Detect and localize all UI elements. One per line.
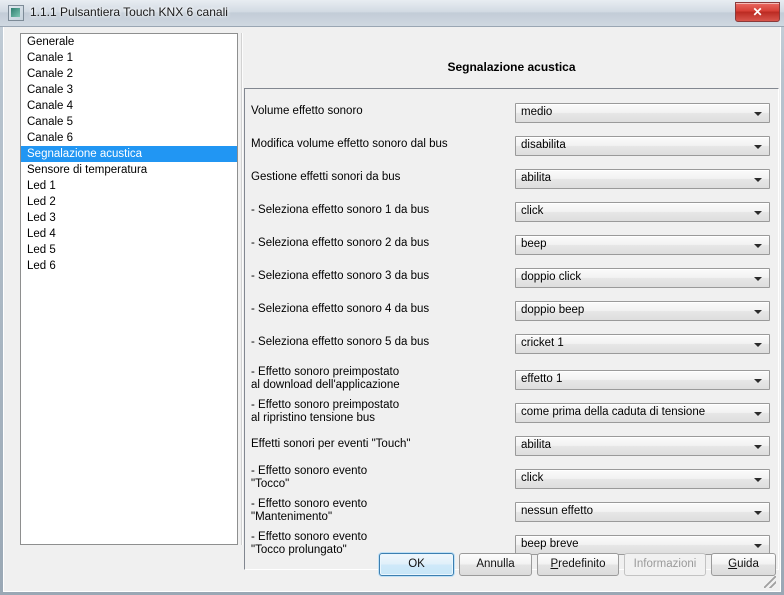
page-title: Segnalazione acustica (447, 60, 576, 74)
app-icon (8, 5, 24, 21)
chevron-down-icon (754, 478, 762, 482)
parameter-label: - Effetto sonoro preimpostato al riprist… (251, 399, 400, 424)
parameter-dropdown[interactable]: beep (515, 235, 770, 255)
dialog-button-bar: OK Annulla Predefinito Informazioni Guida (4, 548, 782, 592)
sidebar-item-canale-2[interactable]: Canale 2 (21, 66, 237, 82)
parameter-content: Volume effetto sonoro medio Modifica volum… (244, 88, 779, 570)
chevron-down-icon (754, 244, 762, 248)
resize-grip[interactable] (764, 576, 776, 588)
parameter-label: - Seleziona effetto sonoro 3 da bus (251, 270, 430, 282)
parameter-dropdown[interactable]: click (515, 202, 770, 222)
chevron-down-icon (754, 178, 762, 182)
chevron-down-icon (754, 277, 762, 281)
parameter-label: - Seleziona effetto sonoro 2 da bus (251, 237, 430, 249)
sidebar-item-canale-1[interactable]: Canale 1 (21, 50, 237, 66)
chevron-down-icon (754, 511, 762, 515)
dropdown-value: disabilita (521, 139, 566, 151)
sidebar-item-segnalazione-acustica[interactable]: Segnalazione acustica (21, 146, 237, 162)
parameter-dropdown[interactable]: come prima della caduta di tensione (515, 403, 770, 423)
parameter-dropdown[interactable]: nessun effetto (515, 502, 770, 522)
panel-divider (241, 33, 243, 545)
chevron-down-icon (754, 343, 762, 347)
sidebar-item-led-6[interactable]: Led 6 (21, 258, 237, 274)
sidebar-item-generale[interactable]: Generale (21, 34, 237, 50)
dropdown-value: come prima della caduta di tensione (521, 406, 706, 418)
parameter-label: - Seleziona effetto sonoro 1 da bus (251, 204, 430, 216)
dropdown-value: click (521, 472, 544, 484)
chevron-down-icon (754, 112, 762, 116)
dropdown-value: medio (521, 106, 553, 118)
parameter-dropdown[interactable]: abilita (515, 169, 770, 189)
parameter-label: - Effetto sonoro evento "Mantenimento" (251, 498, 368, 523)
sidebar-item-canale-6[interactable]: Canale 6 (21, 130, 237, 146)
predefinito-button[interactable]: Predefinito (537, 553, 619, 576)
parameter-page-list[interactable]: Generale Canale 1 Canale 2 Canale 3 Canale 4… (20, 33, 238, 545)
annulla-button[interactable]: Annulla (459, 553, 532, 576)
sidebar-item-led-3[interactable]: Led 3 (21, 210, 237, 226)
chevron-down-icon (754, 445, 762, 449)
sidebar-item-led-1[interactable]: Led 1 (21, 178, 237, 194)
sidebar-item-canale-3[interactable]: Canale 3 (21, 82, 237, 98)
dropdown-value: nessun effetto (521, 505, 594, 517)
ok-button[interactable]: OK (379, 553, 454, 576)
parameter-dropdown[interactable]: doppio click (515, 268, 770, 288)
chevron-down-icon (754, 145, 762, 149)
chevron-down-icon (754, 379, 762, 383)
parameter-label: Gestione effetti sonori da bus (251, 171, 401, 183)
dropdown-value: doppio beep (521, 304, 585, 316)
parameter-dropdown[interactable]: click (515, 469, 770, 489)
parameter-dropdown[interactable]: doppio beep (515, 301, 770, 321)
dropdown-value: beep (521, 238, 547, 250)
dropdown-value: click (521, 205, 544, 217)
sidebar-item-canale-4[interactable]: Canale 4 (21, 98, 237, 114)
parameter-label: - Effetto sonoro evento "Tocco" (251, 465, 368, 490)
sidebar-item-sensore-di-temperatura[interactable]: Sensore di temperatura (21, 162, 237, 178)
dropdown-value: abilita (521, 172, 552, 184)
parameter-dropdown[interactable]: cricket 1 (515, 334, 770, 354)
sidebar-item-led-2[interactable]: Led 2 (21, 194, 237, 210)
parameter-dropdown[interactable]: disabilita (515, 136, 770, 156)
parameter-label: Modifica volume effetto sonoro dal bus (251, 138, 448, 150)
dropdown-value: doppio click (521, 271, 582, 283)
parameter-dropdown[interactable]: abilita (515, 436, 770, 456)
close-icon[interactable]: ✕ (735, 2, 780, 22)
parameter-label: - Seleziona effetto sonoro 5 da bus (251, 336, 430, 348)
parameter-label: - Seleziona effetto sonoro 4 da bus (251, 303, 430, 315)
application-window: 1.1.1 Pulsantiera Touch KNX 6 canali ✕ G… (0, 0, 784, 595)
chevron-down-icon (754, 211, 762, 215)
parameter-dropdown[interactable]: medio (515, 103, 770, 123)
parameter-label: Effetti sonori per eventi "Touch" (251, 438, 411, 450)
title-bar: 1.1.1 Pulsantiera Touch KNX 6 canali ✕ (0, 0, 784, 27)
window-title: 1.1.1 Pulsantiera Touch KNX 6 canali (30, 5, 228, 19)
parameter-label: Volume effetto sonoro (251, 105, 363, 117)
dropdown-value: effetto 1 (521, 373, 563, 385)
parameter-dropdown[interactable]: effetto 1 (515, 370, 770, 390)
sidebar-item-led-4[interactable]: Led 4 (21, 226, 237, 242)
informazioni-button: Informazioni (624, 553, 706, 576)
sidebar-item-canale-5[interactable]: Canale 5 (21, 114, 237, 130)
chevron-down-icon (754, 412, 762, 416)
dropdown-value: cricket 1 (521, 337, 564, 349)
chevron-down-icon (754, 310, 762, 314)
sidebar-item-led-5[interactable]: Led 5 (21, 242, 237, 258)
client-area: Generale Canale 1 Canale 2 Canale 3 Canale 4… (3, 27, 781, 592)
parameter-label: - Effetto sonoro preimpostato al downloa… (251, 366, 400, 391)
dropdown-value: abilita (521, 439, 552, 451)
guida-button[interactable]: Guida (711, 553, 776, 576)
